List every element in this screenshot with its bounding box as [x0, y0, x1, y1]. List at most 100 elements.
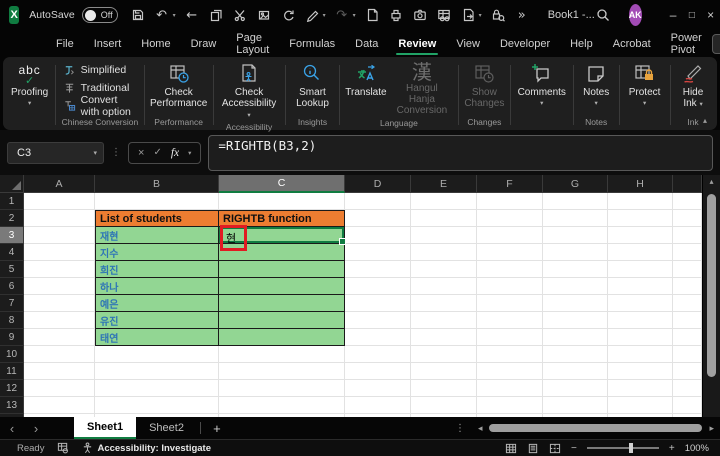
- student-cell-b3[interactable]: 재현: [95, 227, 219, 244]
- tab-review[interactable]: Review: [388, 30, 446, 57]
- hide-ink-button[interactable]: Hide Ink ▾: [673, 60, 713, 109]
- select-all-corner[interactable]: [0, 175, 24, 193]
- active-cell-c3[interactable]: 현: [219, 225, 346, 251]
- row-header[interactable]: 9: [0, 329, 24, 346]
- row-header[interactable]: 8: [0, 312, 24, 329]
- protect-button[interactable]: Protect ▾: [623, 60, 667, 107]
- back-icon[interactable]: ←: [184, 7, 200, 23]
- result-cell-c8[interactable]: [219, 312, 345, 329]
- smart-lookup-button[interactable]: Smart Lookup: [288, 60, 336, 109]
- cancel-icon[interactable]: ×: [138, 147, 144, 159]
- row-header[interactable]: 10: [0, 346, 24, 363]
- row-header[interactable]: 5: [0, 261, 24, 278]
- student-cell-b4[interactable]: 지수: [95, 244, 219, 261]
- result-cell-c7[interactable]: [219, 295, 345, 312]
- avatar[interactable]: AK: [628, 4, 642, 26]
- column-header-c[interactable]: C: [219, 175, 345, 193]
- tab-developer[interactable]: Developer: [490, 30, 560, 57]
- zoom-level[interactable]: 100%: [685, 443, 709, 454]
- redo-chevron-icon[interactable]: ▾: [353, 12, 356, 19]
- tab-acrobat[interactable]: Acrobat: [603, 30, 661, 57]
- zoom-slider[interactable]: [586, 443, 659, 453]
- export-icon[interactable]: [460, 7, 476, 23]
- column-header-g[interactable]: G: [543, 175, 608, 193]
- column-header-d[interactable]: D: [345, 175, 411, 193]
- show-changes-button[interactable]: Show Changes: [461, 60, 507, 109]
- row-header[interactable]: 13: [0, 397, 24, 414]
- zoom-in-button[interactable]: +: [669, 443, 675, 454]
- comments-ribbon-button[interactable]: Comments ▾: [514, 60, 570, 107]
- draw-pen-icon[interactable]: [304, 7, 320, 23]
- pen-chevron-icon[interactable]: ▾: [323, 12, 326, 19]
- scroll-right-icon[interactable]: ▸: [709, 423, 714, 434]
- tab-formulas[interactable]: Formulas: [279, 30, 345, 57]
- formula-input[interactable]: =RIGHTB(B3,2): [208, 134, 713, 171]
- maximize-button[interactable]: □: [682, 0, 701, 30]
- fx-chevron-icon[interactable]: ▾: [188, 149, 191, 157]
- autosave-toggle[interactable]: Off: [81, 7, 118, 23]
- normal-view-icon[interactable]: [505, 443, 517, 454]
- column-header-b[interactable]: B: [95, 175, 219, 193]
- translate-button[interactable]: Translate: [343, 60, 389, 98]
- row-header[interactable]: 2: [0, 210, 24, 227]
- row-header[interactable]: 7: [0, 295, 24, 312]
- macro-record-icon[interactable]: [57, 442, 69, 454]
- result-cell-c9[interactable]: [219, 329, 345, 346]
- save-icon[interactable]: [130, 7, 146, 23]
- show-formulas-icon[interactable]: [436, 7, 452, 23]
- student-cell-b7[interactable]: 예은: [95, 295, 219, 312]
- paste-picture-icon[interactable]: [256, 7, 272, 23]
- student-cell-b5[interactable]: 희진: [95, 261, 219, 278]
- tab-insert[interactable]: Insert: [84, 30, 132, 57]
- sheet-tab-sheet2[interactable]: Sheet2: [136, 417, 197, 439]
- row-header[interactable]: 1: [0, 193, 24, 210]
- simplified-button[interactable]: Simplified: [59, 61, 142, 78]
- row-header-selected[interactable]: 3: [0, 227, 24, 244]
- minimize-button[interactable]: –: [664, 0, 683, 30]
- overflow-icon[interactable]: »: [514, 7, 530, 23]
- accessibility-status[interactable]: Accessibility: Investigate: [82, 442, 211, 454]
- column-header-e[interactable]: E: [411, 175, 477, 193]
- column-header-a[interactable]: A: [24, 175, 95, 193]
- page-break-view-icon[interactable]: [549, 443, 561, 454]
- undo-icon[interactable]: ↶: [154, 7, 170, 23]
- undo-chevron-icon[interactable]: ▾: [173, 12, 176, 19]
- row-header[interactable]: 12: [0, 380, 24, 397]
- column-header-h[interactable]: H: [608, 175, 673, 193]
- add-sheet-button[interactable]: +: [204, 417, 230, 439]
- page-layout-view-icon[interactable]: [527, 443, 539, 454]
- hangul-hanja-button[interactable]: 漢 Hangul Hanja Conversion: [389, 60, 455, 117]
- copy-icon[interactable]: [208, 7, 224, 23]
- new-file-icon[interactable]: [364, 7, 380, 23]
- column-header-f[interactable]: F: [477, 175, 543, 193]
- tab-view[interactable]: View: [446, 30, 490, 57]
- check-accessibility-button[interactable]: Check Accessibility ▾: [216, 60, 282, 121]
- next-sheet-button[interactable]: ›: [24, 417, 48, 439]
- prev-sheet-button[interactable]: ‹: [0, 417, 24, 439]
- tab-power-pivot[interactable]: Power Pivot: [661, 30, 712, 57]
- export-chevron-icon[interactable]: ▾: [479, 12, 482, 19]
- sync-icon[interactable]: [280, 7, 296, 23]
- close-button[interactable]: ×: [701, 0, 720, 30]
- tab-page-layout[interactable]: Page Layout: [226, 30, 279, 57]
- camera-icon[interactable]: [412, 7, 428, 23]
- result-cell-c5[interactable]: [219, 261, 345, 278]
- sheet-tab-sheet1[interactable]: Sheet1: [74, 417, 137, 439]
- convert-with-option-button[interactable]: Convert with option: [59, 94, 142, 118]
- vertical-scrollbar[interactable]: ▴: [702, 175, 720, 417]
- tab-file[interactable]: File: [46, 30, 84, 57]
- tab-draw[interactable]: Draw: [181, 30, 227, 57]
- table-header-b2[interactable]: List of students: [95, 210, 219, 227]
- zoom-out-button[interactable]: −: [571, 443, 577, 454]
- pane-splitter-icon[interactable]: ⋮: [455, 423, 465, 434]
- redo-icon[interactable]: ↷: [334, 7, 350, 23]
- search-icon[interactable]: [595, 8, 611, 22]
- tab-home[interactable]: Home: [131, 30, 180, 57]
- vertical-scrollbar-thumb[interactable]: [707, 194, 716, 377]
- tab-help[interactable]: Help: [560, 30, 603, 57]
- horizontal-scrollbar-thumb[interactable]: [489, 424, 703, 432]
- enter-icon[interactable]: ✓: [153, 147, 161, 158]
- scroll-up-icon[interactable]: ▴: [703, 177, 720, 186]
- tab-data[interactable]: Data: [345, 30, 388, 57]
- row-header[interactable]: 4: [0, 244, 24, 261]
